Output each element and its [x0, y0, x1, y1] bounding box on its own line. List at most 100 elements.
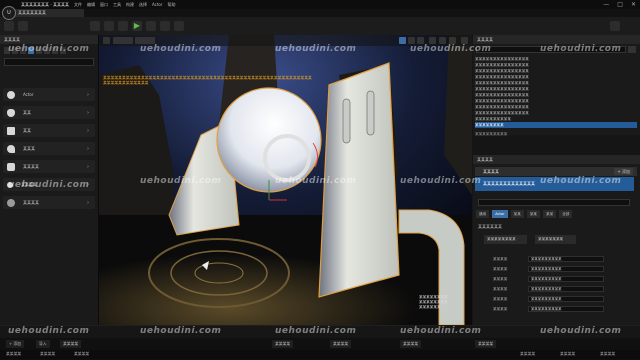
left-item-4[interactable]: 某某某某 ›: [3, 160, 95, 173]
classes-icon[interactable]: [60, 47, 66, 54]
asset-slot-b[interactable]: 某某某某某某某: [535, 235, 576, 244]
cinematics-icon[interactable]: [118, 21, 128, 31]
tab-physics[interactable]: 某某: [526, 210, 541, 218]
more-options-icon[interactable]: [174, 21, 184, 31]
add-component-button[interactable]: + 添加: [614, 168, 633, 175]
maximize-button[interactable]: □: [617, 1, 623, 8]
effects-icon[interactable]: [52, 47, 58, 54]
panel-title: 某某某某: [4, 37, 20, 42]
source-control-button[interactable]: 某某某某: [600, 351, 615, 357]
perspective-button[interactable]: [113, 37, 133, 44]
minimize-button[interactable]: —: [603, 1, 609, 8]
bottom-button[interactable]: 某某某某: [400, 340, 422, 348]
cmd-button[interactable]: 某某某某: [74, 351, 89, 357]
unsaved-button[interactable]: 某某某某: [560, 351, 575, 357]
left-item-2[interactable]: 某某 ›: [3, 124, 95, 137]
left-item-3[interactable]: 某某某 ›: [3, 142, 95, 155]
left-item-0[interactable]: Actor ›: [3, 88, 95, 101]
volumes-icon[interactable]: [44, 47, 50, 54]
basic-icon[interactable]: [12, 47, 18, 54]
property-value[interactable]: 某某某某某某某某某: [528, 296, 604, 302]
left-item-label: 某某某某: [21, 181, 37, 187]
left-item-label: 某某: [23, 109, 31, 115]
left-item-5[interactable]: 某某某某 ›: [3, 178, 95, 191]
title-bar: 某某某某某某某 - 某某某某 文件 编辑 窗口 工具 构建 选择 Actor 帮…: [0, 0, 640, 9]
bottom-button[interactable]: 某某某某: [475, 340, 497, 348]
add-button[interactable]: + 添加: [6, 340, 24, 348]
tab-all[interactable]: 全部: [559, 210, 573, 218]
lights-icon[interactable]: [20, 47, 26, 54]
shapes-icon[interactable]: [28, 47, 34, 54]
menu-actor[interactable]: Actor: [152, 2, 163, 7]
details-search[interactable]: [478, 199, 630, 206]
place-actors-search[interactable]: [4, 58, 94, 66]
cinematic-icon[interactable]: [36, 47, 42, 54]
tab-actor[interactable]: Actor: [492, 210, 508, 218]
component-name: 某某某某某某某某某某某某某: [483, 181, 535, 186]
outliner-search[interactable]: [476, 46, 626, 53]
camera-icon: [7, 126, 15, 135]
property-label: 某某某某: [493, 267, 508, 271]
derived-data-button[interactable]: 某某某某: [520, 351, 535, 357]
all-classes-icon: [7, 198, 15, 207]
property-label: 某某某某: [493, 297, 508, 301]
add-content-icon[interactable]: [90, 21, 100, 31]
stop-icon[interactable]: [160, 21, 170, 31]
rotation-snap-icon[interactable]: [439, 37, 446, 44]
recent-icon[interactable]: [4, 47, 10, 54]
maximize-viewport-icon[interactable]: [461, 37, 468, 44]
menu-build[interactable]: 构建: [126, 2, 134, 8]
section-label: 某某某某某某: [478, 224, 502, 229]
tab-misc[interactable]: 某某: [510, 210, 524, 218]
viewport-annotation: 某某某某某某某某某某某某某某某某某某某某某某某某某某某某某某某某某某某某某某某某…: [103, 75, 312, 85]
bottom-button[interactable]: 某某某某: [272, 340, 294, 348]
translate-tool-icon[interactable]: [399, 37, 406, 44]
outliner-header: 某某某某: [473, 35, 640, 44]
import-button[interactable]: 导入: [36, 340, 50, 348]
blueprint-icon[interactable]: [104, 21, 114, 31]
menu-select[interactable]: 选择: [139, 2, 147, 8]
skip-icon[interactable]: [146, 21, 156, 31]
bottom-button[interactable]: 某某某某: [330, 340, 352, 348]
property-value[interactable]: 某某某某某某某某某: [528, 306, 604, 312]
component-row-selected[interactable]: 某某某某某某某某某某某某某: [475, 177, 634, 191]
property-value[interactable]: 某某某某某某某某某: [528, 266, 604, 272]
level-viewport[interactable]: 某某某某某某某某某某某某某某某某某某某某某某某某某某某某某某某某某某某某某某某某…: [99, 35, 472, 325]
menu-window[interactable]: 窗口: [100, 2, 108, 8]
property-value[interactable]: 某某某某某某某某某: [528, 276, 604, 282]
menu-edit[interactable]: 编辑: [87, 2, 95, 8]
property-label: 某某某某: [493, 307, 508, 311]
outliner-row[interactable]: 某某某某某某某某某某: [475, 116, 637, 122]
left-item-1[interactable]: 某某 ›: [3, 106, 95, 119]
menu-tools[interactable]: 工具: [113, 2, 121, 8]
outliner-row-selected[interactable]: 某某某某某某某某: [475, 122, 637, 128]
bottom-button[interactable]: 某某某某: [60, 340, 82, 348]
menu-file[interactable]: 文件: [74, 2, 82, 8]
details-title: 某某某某: [477, 157, 493, 162]
play-button[interactable]: ▶: [132, 21, 142, 31]
save-icon[interactable]: [4, 21, 14, 31]
outliner-filter-icon[interactable]: [628, 46, 636, 53]
settings-icon[interactable]: [610, 21, 620, 31]
asset-slot-a[interactable]: 某某某某某某某某: [484, 235, 527, 244]
rotate-tool-icon[interactable]: [408, 37, 415, 44]
content-drawer-button[interactable]: 某某某某: [6, 351, 21, 357]
place-actors-header: 某某某某: [0, 35, 98, 44]
property-value[interactable]: 某某某某某某某某某: [528, 286, 604, 292]
grid-snap-icon[interactable]: [429, 37, 436, 44]
mode-select-icon[interactable]: [18, 21, 28, 31]
menu-help[interactable]: 帮助: [168, 2, 176, 8]
left-item-6[interactable]: 某某某某 ›: [3, 196, 95, 209]
camera-speed-icon[interactable]: [449, 37, 456, 44]
lit-button[interactable]: [135, 37, 155, 44]
close-button[interactable]: ✕: [631, 1, 636, 8]
document-tab-bar: [0, 9, 640, 17]
level-tab[interactable]: 某某某某某某某: [14, 9, 84, 17]
output-log-button[interactable]: 某某某某: [40, 351, 55, 357]
viewport-menu-icon[interactable]: [103, 37, 110, 44]
property-value[interactable]: 某某某某某某某某某: [528, 256, 604, 262]
visual-effects-icon: [7, 181, 13, 188]
tab-rendering[interactable]: 某某: [543, 210, 557, 218]
tab-general[interactable]: 通用: [476, 210, 490, 218]
scale-tool-icon[interactable]: [417, 37, 424, 44]
